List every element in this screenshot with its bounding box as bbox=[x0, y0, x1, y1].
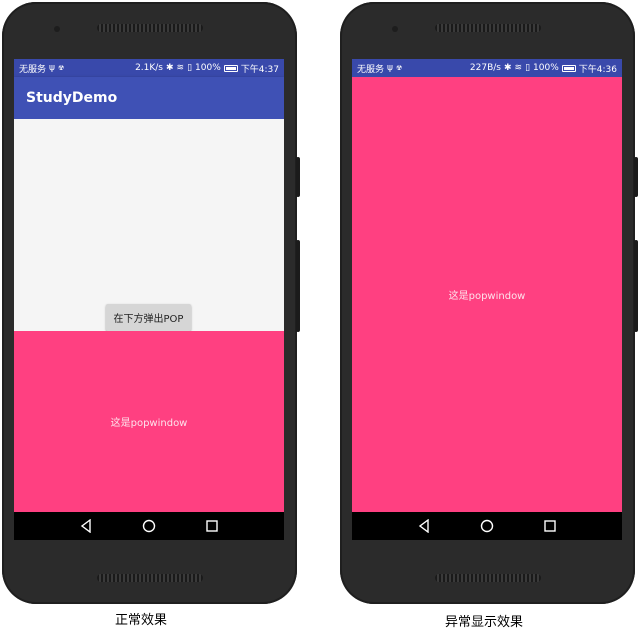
battery-percent-text: 100% bbox=[533, 63, 559, 73]
android-debug-icon: ☢ bbox=[395, 64, 403, 72]
volume-button bbox=[296, 240, 300, 332]
android-debug-icon: ☢ bbox=[57, 64, 65, 72]
recents-icon bbox=[544, 520, 557, 532]
recents-button[interactable] bbox=[539, 515, 561, 537]
power-button bbox=[296, 157, 300, 197]
net-speed-text: 2.1K/s bbox=[135, 63, 163, 73]
front-sensor bbox=[54, 26, 60, 32]
wifi-icon: ≋ bbox=[176, 63, 185, 73]
app-bar: StudyDemo bbox=[14, 77, 284, 119]
recents-button[interactable] bbox=[201, 515, 223, 537]
top-speaker bbox=[96, 24, 203, 32]
popup-window: 这是popwindow bbox=[352, 77, 622, 512]
phone-abnormal: 无服务 ψ ☢ 227B/s ✱ ≋ ▯ 100% 下午4:36 这是popwi… bbox=[340, 2, 638, 604]
app-title: StudyDemo bbox=[26, 90, 118, 106]
bluetooth-icon: ✱ bbox=[504, 63, 512, 73]
top-speaker bbox=[434, 24, 541, 32]
volume-button bbox=[634, 240, 638, 332]
sim-icon: ▯ bbox=[525, 63, 531, 73]
back-button[interactable] bbox=[75, 515, 97, 537]
caption-normal: 正常效果 bbox=[115, 613, 168, 628]
bottom-speaker bbox=[434, 574, 541, 582]
bluetooth-icon: ✱ bbox=[166, 63, 174, 73]
home-button[interactable] bbox=[476, 515, 498, 537]
screen: 无服务 ψ ☢ 2.1K/s ✱ ≋ ▯ 100% 下午4:37 StudyDe… bbox=[14, 59, 284, 540]
battery-icon bbox=[223, 64, 238, 72]
activity-content: 在下方弹出POP bbox=[14, 119, 284, 331]
home-button[interactable] bbox=[138, 515, 160, 537]
front-sensor bbox=[392, 26, 398, 32]
usb-icon: ψ bbox=[49, 63, 55, 73]
net-speed-text: 227B/s bbox=[469, 63, 501, 73]
time-text: 下午4:37 bbox=[240, 64, 279, 75]
carrier-text: 无服务 bbox=[357, 64, 385, 75]
battery-percent-text: 100% bbox=[195, 63, 221, 73]
bottom-speaker bbox=[96, 574, 203, 582]
power-button bbox=[634, 157, 638, 197]
back-icon bbox=[80, 519, 91, 533]
sim-icon: ▯ bbox=[187, 63, 193, 73]
screen: 无服务 ψ ☢ 227B/s ✱ ≋ ▯ 100% 下午4:36 这是popwi… bbox=[352, 59, 622, 540]
back-button[interactable] bbox=[413, 515, 435, 537]
time-text: 下午4:36 bbox=[578, 64, 617, 75]
usb-icon: ψ bbox=[387, 63, 393, 73]
status-bar: 无服务 ψ ☢ 2.1K/s ✱ ≋ ▯ 100% 下午4:37 bbox=[14, 59, 284, 77]
nav-bar bbox=[352, 512, 622, 540]
wifi-icon: ≋ bbox=[514, 63, 523, 73]
recents-icon bbox=[206, 520, 219, 532]
status-bar: 无服务 ψ ☢ 227B/s ✱ ≋ ▯ 100% 下午4:36 bbox=[352, 59, 622, 77]
popup-window: 这是popwindow bbox=[14, 331, 284, 512]
phone-normal: 无服务 ψ ☢ 2.1K/s ✱ ≋ ▯ 100% 下午4:37 StudyDe… bbox=[2, 2, 300, 604]
popup-text: 这是popwindow bbox=[110, 418, 188, 429]
popup-text: 这是popwindow bbox=[448, 291, 526, 302]
show-pop-button[interactable]: 在下方弹出POP bbox=[106, 304, 191, 331]
back-icon bbox=[418, 519, 429, 533]
nav-bar bbox=[14, 512, 284, 540]
home-icon bbox=[142, 519, 156, 533]
carrier-text: 无服务 bbox=[19, 64, 47, 75]
battery-icon bbox=[561, 64, 576, 72]
home-icon bbox=[480, 519, 494, 533]
caption-abnormal: 异常显示效果 bbox=[445, 615, 524, 630]
